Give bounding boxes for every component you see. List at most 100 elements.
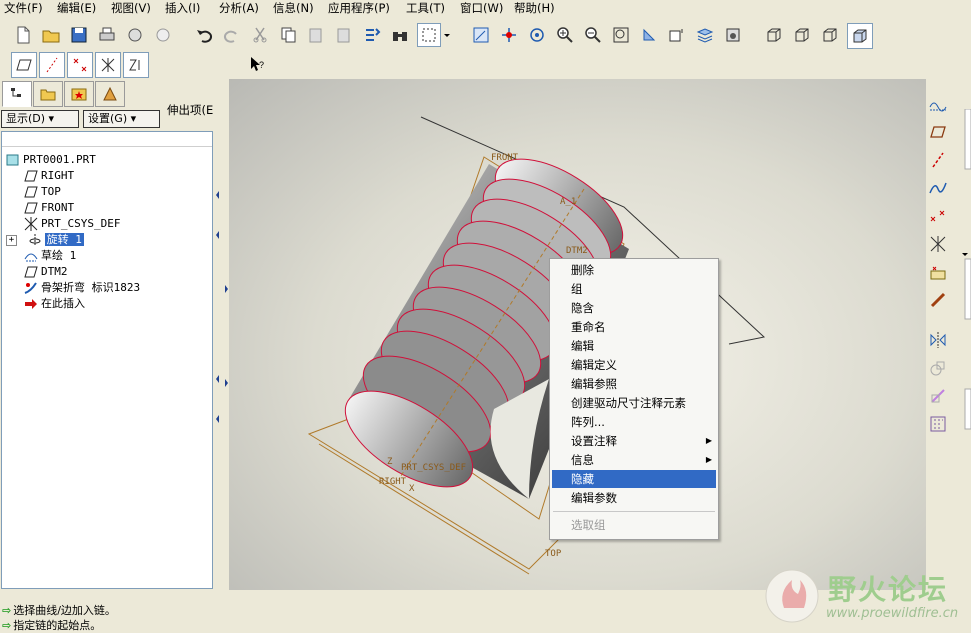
view-manager-icon[interactable] <box>722 24 744 46</box>
merge-icon[interactable] <box>927 357 949 379</box>
connections-tab[interactable] <box>95 81 125 107</box>
navigator-tabs <box>0 79 215 107</box>
ctx-suppress[interactable]: 隐含 <box>552 299 716 317</box>
ctx-delete[interactable]: 删除 <box>552 261 716 279</box>
saved-views-icon[interactable] <box>666 24 688 46</box>
menu-info[interactable]: 信息(N) <box>273 1 314 16</box>
tree-item-top[interactable]: TOP <box>24 184 61 200</box>
part-icon <box>6 153 20 167</box>
ctx-set-annotation-row[interactable]: 设置注释 ▶ <box>552 432 716 450</box>
panel-sash[interactable] <box>213 79 229 587</box>
model-tree: PRT0001.PRT RIGHT TOP FRONT PRT_CSYS_DEF… <box>1 131 213 589</box>
paste-special-icon[interactable] <box>333 24 355 46</box>
hidden-line-icon[interactable] <box>791 24 813 46</box>
datum-point-display-icon[interactable] <box>67 52 93 78</box>
expand-plus-icon[interactable]: + <box>6 234 17 246</box>
pattern-icon[interactable] <box>927 413 949 435</box>
tree-item-csys[interactable]: PRT_CSYS_DEF <box>24 216 120 232</box>
datum-plane-tool-icon[interactable] <box>927 121 949 143</box>
status-message-1: ⇨ 选择曲线/边加入链。 <box>2 604 116 617</box>
menu-insert[interactable]: 插入(I) <box>165 1 200 16</box>
spin-center-icon[interactable] <box>498 24 520 46</box>
datum-plane-display-icon[interactable] <box>11 52 37 78</box>
mirror-icon[interactable] <box>927 329 949 351</box>
zoom-in-icon[interactable] <box>554 24 576 46</box>
tree-item-spinal-bend[interactable]: 骨架折弯 标识1823 <box>24 280 140 296</box>
menu-window[interactable]: 窗口(W) <box>460 1 503 16</box>
ctx-rename[interactable]: 重命名 <box>552 318 716 336</box>
ctx-edit-definition[interactable]: 编辑定义 <box>552 356 716 374</box>
ctx-select-group[interactable]: 选取组 <box>552 516 716 534</box>
ctx-pattern[interactable]: 阵列... <box>552 413 716 431</box>
zoom-out-icon[interactable] <box>582 24 604 46</box>
refit-icon[interactable] <box>610 24 632 46</box>
feature-toolbar <box>926 79 971 590</box>
copy-icon[interactable] <box>277 24 299 46</box>
send-mail-icon[interactable] <box>124 24 146 46</box>
new-file-icon[interactable] <box>12 24 34 46</box>
chevron-down-icon[interactable] <box>441 24 453 46</box>
menu-analysis[interactable]: 分析(A) <box>219 1 259 16</box>
show-dropdown[interactable]: 显示(D) ▾ <box>1 110 79 128</box>
mail-attach-icon[interactable] <box>152 24 174 46</box>
sketch-icon <box>24 249 38 263</box>
favorites-tab[interactable] <box>64 81 94 107</box>
tree-item-sketch[interactable]: 草绘 1 <box>24 248 76 264</box>
model-tree-tab[interactable] <box>2 81 32 107</box>
redo-icon[interactable] <box>221 24 243 46</box>
tree-item-part[interactable]: PRT0001.PRT <box>6 152 96 168</box>
cut-icon[interactable] <box>249 24 271 46</box>
ctx-edit[interactable]: 编辑 <box>552 337 716 355</box>
reorient-icon[interactable] <box>638 24 660 46</box>
menu-tools[interactable]: 工具(T) <box>406 1 445 16</box>
datum-curve-tool-icon[interactable] <box>927 177 949 199</box>
annotation-display-icon[interactable] <box>123 52 149 78</box>
wireframe-icon[interactable] <box>763 24 785 46</box>
undo-icon[interactable] <box>193 24 215 46</box>
sash-arrows-icon <box>216 191 228 423</box>
menu-file[interactable]: 文件(F) <box>4 1 43 16</box>
paste-icon[interactable] <box>305 24 327 46</box>
tree-item-dtm2[interactable]: DTM2 <box>24 264 68 280</box>
print-icon[interactable] <box>96 24 118 46</box>
tree-item-front[interactable]: FRONT <box>24 200 74 216</box>
save-icon[interactable] <box>68 24 90 46</box>
datum-plane-icon <box>24 185 38 199</box>
csys-display-icon[interactable] <box>95 52 121 78</box>
menu-edit[interactable]: 编辑(E) <box>57 1 96 16</box>
open-folder-icon[interactable] <box>40 24 62 46</box>
ctx-edit-parameters[interactable]: 编辑参数 <box>552 489 716 507</box>
ctx-group[interactable]: 组 <box>552 280 716 298</box>
whats-this-icon[interactable]: ? <box>246 53 268 75</box>
layers-icon[interactable] <box>694 24 716 46</box>
menu-applications[interactable]: 应用程序(P) <box>328 1 390 16</box>
repaint-icon[interactable] <box>470 24 492 46</box>
datum-axis-display-icon[interactable] <box>39 52 65 78</box>
analysis-feature-icon[interactable] <box>927 261 949 283</box>
orient-mode-icon[interactable] <box>526 24 548 46</box>
sketched-datum-curve-icon[interactable] <box>927 93 949 115</box>
tree-item-insert-here[interactable]: 在此插入 <box>24 296 85 312</box>
selection-box-icon[interactable] <box>417 23 441 47</box>
context-menu: 删除 组 隐含 重命名 编辑 编辑定义 编辑参照 创建驱动尺寸注释元素 阵列..… <box>549 258 719 540</box>
shading-icon[interactable] <box>847 23 873 49</box>
no-hidden-icon[interactable] <box>819 24 841 46</box>
tree-item-right[interactable]: RIGHT <box>24 168 74 184</box>
ctx-info-row[interactable]: 信息 ▶ <box>552 451 716 469</box>
datum-axis-tool-icon[interactable] <box>927 149 949 171</box>
settings-dropdown[interactable]: 设置(G) ▾ <box>83 110 160 128</box>
ctx-edit-references[interactable]: 编辑参照 <box>552 375 716 393</box>
regenerate-icon[interactable] <box>361 24 383 46</box>
menu-help[interactable]: 帮助(H) <box>514 1 555 16</box>
csys-tool-icon[interactable] <box>927 233 949 255</box>
find-icon[interactable] <box>389 24 411 46</box>
submenu-arrow-icon: ▶ <box>705 455 712 464</box>
trim-icon[interactable] <box>927 385 949 407</box>
chain-icon[interactable] <box>927 289 949 311</box>
ctx-create-driving-dim[interactable]: 创建驱动尺寸注释元素 <box>552 394 716 412</box>
datum-point-tool-icon[interactable] <box>927 205 949 227</box>
tree-item-revolve[interactable]: + 旋转 1 <box>6 232 84 248</box>
folder-browser-tab[interactable] <box>33 81 63 107</box>
ctx-hide[interactable]: 隐藏 <box>552 470 716 488</box>
menu-view[interactable]: 视图(V) <box>111 1 151 16</box>
